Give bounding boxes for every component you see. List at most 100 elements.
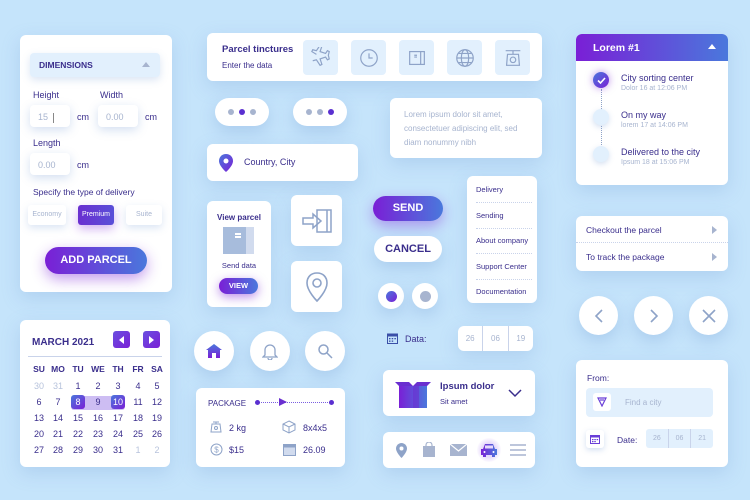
radio-unselected[interactable] <box>412 283 438 309</box>
calendar-day[interactable]: 11 <box>129 397 147 407</box>
calendar-day[interactable]: 19 <box>148 413 166 423</box>
link-checkout-parcel[interactable]: Checkout the parcel <box>576 216 728 243</box>
menu-item[interactable]: Sending <box>476 211 532 229</box>
location-input[interactable]: Country, City <box>207 144 358 181</box>
calendar-day[interactable]: 6 <box>30 397 48 407</box>
tracking-title: Lorem #1 <box>593 42 640 54</box>
search-button[interactable] <box>305 331 345 371</box>
calendar-day[interactable]: 25 <box>129 429 147 439</box>
calendar-day[interactable]: 18 <box>129 413 147 423</box>
calendar-day-range-end[interactable]: 10 <box>111 395 125 409</box>
calendar-day[interactable]: 24 <box>109 429 127 439</box>
calendar-icon <box>387 333 398 344</box>
view-button[interactable]: VIEW <box>219 278 258 294</box>
length-label: Length <box>33 138 61 148</box>
delivery-option-premium[interactable]: Premium <box>78 205 114 225</box>
menu-item[interactable]: Delivery <box>476 185 532 203</box>
calendar-day[interactable]: 20 <box>30 429 48 439</box>
step-title: City sorting center <box>621 73 694 83</box>
calendar-day[interactable]: 2 <box>89 381 107 391</box>
calendar-day[interactable]: 29 <box>69 445 87 455</box>
calendar-day[interactable]: 9 <box>89 397 107 407</box>
length-input[interactable]: 0.00 <box>30 153 70 175</box>
data-label: Data: <box>405 334 427 344</box>
map-pin-button[interactable] <box>291 261 342 312</box>
calendar-day[interactable]: 17 <box>109 413 127 423</box>
nav-shopping-bag-icon[interactable] <box>423 442 435 457</box>
home-icon <box>206 344 222 358</box>
bell-icon <box>262 344 278 360</box>
cancel-button[interactable]: CANCEL <box>374 236 442 262</box>
delivery-option-suite[interactable]: Suite <box>126 205 162 225</box>
send-button[interactable]: SEND <box>373 196 443 221</box>
calendar-day[interactable]: 2 <box>148 445 166 455</box>
calendar-day[interactable]: 21 <box>49 429 67 439</box>
back-button[interactable] <box>579 296 618 335</box>
link-track-package[interactable]: To track the package <box>576 244 728 271</box>
nav-mail-icon[interactable] <box>450 444 467 456</box>
calendar-day[interactable]: 12 <box>148 397 166 407</box>
calendar-day[interactable]: 5 <box>148 381 166 391</box>
package-route <box>256 402 332 404</box>
globe-icon[interactable] <box>447 40 482 75</box>
calendar-day[interactable]: 1 <box>69 381 87 391</box>
package-size: 8x4x5 <box>303 423 328 433</box>
radio-selected[interactable] <box>378 283 404 309</box>
width-input[interactable]: 0.00 <box>98 105 138 127</box>
calendar-day[interactable]: 26 <box>148 429 166 439</box>
add-parcel-button[interactable]: ADD PARCEL <box>45 247 147 274</box>
package-price: $15 <box>229 445 245 455</box>
height-input[interactable]: 15 <box>30 105 70 127</box>
calendar-day[interactable]: 3 <box>109 381 127 391</box>
tracking-header[interactable]: Lorem #1 <box>576 34 728 61</box>
calendar-next-button[interactable] <box>143 331 160 348</box>
forward-button[interactable] <box>634 296 673 335</box>
clock-icon[interactable] <box>351 40 386 75</box>
calendar-day[interactable]: 22 <box>69 429 87 439</box>
nav-location-icon[interactable] <box>396 443 407 458</box>
location-text: Country, City <box>244 157 296 167</box>
calendar-day-range-start[interactable]: 8 <box>71 395 85 409</box>
calendar-day[interactable]: 1 <box>129 445 147 455</box>
calendar-day[interactable]: 27 <box>30 445 48 455</box>
calendar-day[interactable]: 30 <box>89 445 107 455</box>
calendar-day[interactable]: 23 <box>89 429 107 439</box>
calendar-prev-button[interactable] <box>113 331 130 348</box>
home-button[interactable] <box>194 331 234 371</box>
scale-icon[interactable] <box>495 40 530 75</box>
step-pending-icon <box>593 109 609 125</box>
calendar-day[interactable]: 13 <box>30 413 48 423</box>
calendar-day[interactable]: 15 <box>69 413 87 423</box>
menu-item[interactable]: About company <box>476 236 532 254</box>
menu-item[interactable]: Documentation <box>476 287 532 304</box>
calendar-day[interactable]: 31 <box>109 445 127 455</box>
data-date-input[interactable]: 26 06 19 <box>458 326 533 351</box>
lorem-text-card: Lorem ipsum dolor sit amet, consectetuer… <box>390 98 542 158</box>
calendar-day[interactable]: 16 <box>89 413 107 423</box>
dropdown-card[interactable]: Ipsum dolor Sit amet <box>383 370 535 416</box>
menu-item[interactable]: Support Center <box>476 262 532 280</box>
notifications-button[interactable] <box>250 331 290 371</box>
airplane-icon[interactable] <box>303 40 338 75</box>
nav-car-active[interactable] <box>477 438 501 462</box>
calendar-day[interactable]: 14 <box>49 413 67 423</box>
calendar-day[interactable]: 7 <box>49 397 67 407</box>
chevron-right-icon <box>712 226 717 234</box>
city-search-input[interactable]: Find a city <box>586 388 713 417</box>
close-button[interactable] <box>689 296 728 335</box>
login-icon-button[interactable] <box>291 195 342 246</box>
parcel-tinctures-title: Parcel tinctures <box>222 44 294 55</box>
route-start-dot <box>255 400 260 405</box>
calendar-day[interactable]: 28 <box>49 445 67 455</box>
dimensions-header[interactable]: DIMENSIONS <box>30 53 160 77</box>
calendar-day[interactable]: 4 <box>129 381 147 391</box>
delivery-option-economy[interactable]: Economy <box>28 205 66 225</box>
date-label: Date: <box>617 435 638 445</box>
arrow-right-icon <box>149 335 154 344</box>
box-icon[interactable] <box>399 40 434 75</box>
map-pin-icon <box>305 271 328 302</box>
calendar-day[interactable]: 31 <box>49 381 67 391</box>
calendar-day[interactable]: 30 <box>30 381 48 391</box>
date-input[interactable]: 26 06 21 <box>646 429 713 448</box>
nav-menu-icon[interactable] <box>510 444 526 456</box>
